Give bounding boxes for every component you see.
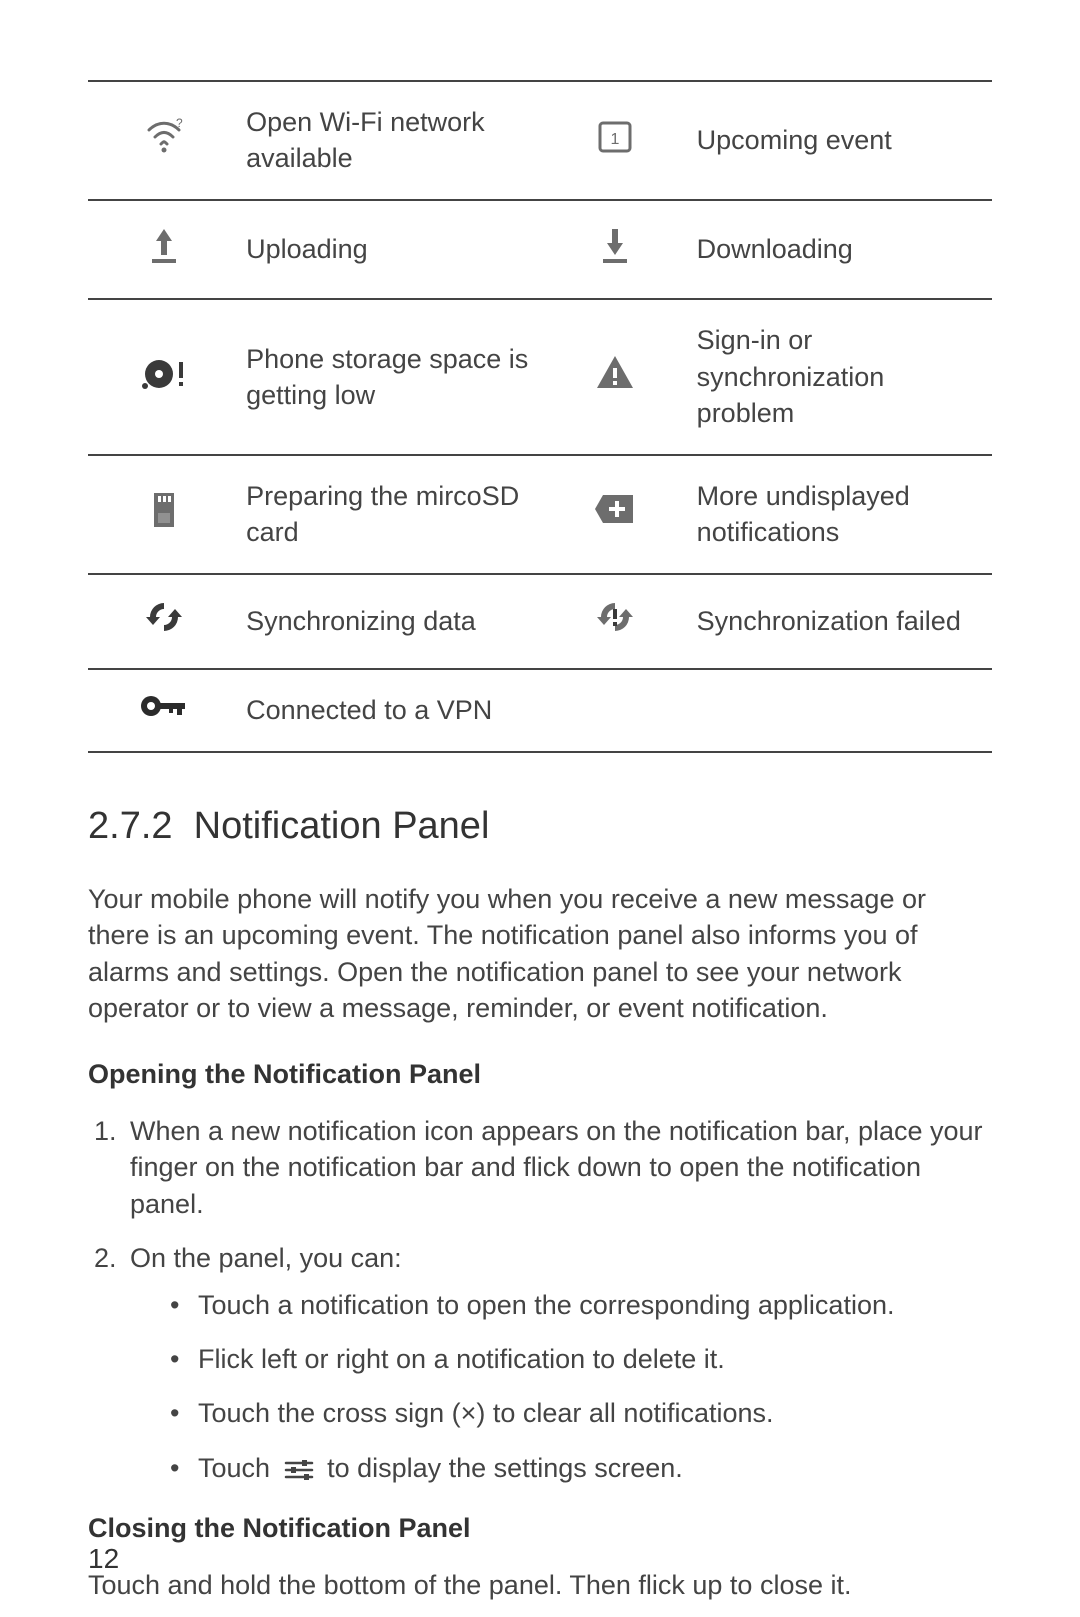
vpn-key-icon bbox=[139, 692, 189, 720]
calendar-icon: 1 bbox=[595, 116, 635, 156]
storage-low-icon bbox=[139, 352, 189, 392]
table-row: Uploading Downloading bbox=[88, 200, 992, 299]
icon-desc: Sign-in or synchronization problem bbox=[691, 299, 992, 454]
notification-icons-table: ? Open Wi-Fi network available 1 Upcomin… bbox=[88, 80, 992, 753]
opening-steps: When a new notification icon appears on … bbox=[88, 1113, 992, 1487]
icon-desc: Synchronizing data bbox=[240, 574, 539, 669]
svg-text:?: ? bbox=[176, 116, 183, 130]
sync-icon bbox=[144, 597, 184, 637]
table-row: Synchronizing data Synchronization faile… bbox=[88, 574, 992, 669]
icon-desc: Upcoming event bbox=[691, 81, 992, 200]
closing-text: Touch and hold the bottom of the panel. … bbox=[88, 1567, 992, 1603]
icon-desc: Open Wi-Fi network available bbox=[240, 81, 539, 200]
upload-icon bbox=[146, 223, 182, 267]
icon-desc: Connected to a VPN bbox=[240, 669, 539, 752]
page-number: 12 bbox=[88, 1540, 119, 1578]
closing-heading: Closing the Notification Panel bbox=[88, 1510, 992, 1546]
sd-prepare-icon bbox=[146, 487, 182, 531]
svg-text:1: 1 bbox=[610, 131, 619, 148]
table-row: Phone storage space is getting low Sign-… bbox=[88, 299, 992, 454]
step-item: On the panel, you can: Touch a notificat… bbox=[124, 1240, 992, 1486]
warning-icon bbox=[593, 352, 637, 392]
table-row: ? Open Wi-Fi network available 1 Upcomin… bbox=[88, 81, 992, 200]
icon-desc: Phone storage space is getting low bbox=[240, 299, 539, 454]
table-row: Preparing the mircoSD card More undispla… bbox=[88, 455, 992, 574]
icon-desc: Preparing the mircoSD card bbox=[240, 455, 539, 574]
icon-desc: More undisplayed notifications bbox=[691, 455, 992, 574]
icon-desc: Synchronization failed bbox=[691, 574, 992, 669]
sub-bullets: Touch a notification to open the corresp… bbox=[130, 1287, 992, 1487]
bullet-item: Flick left or right on a notification to… bbox=[170, 1341, 992, 1377]
section-heading: 2.7.2 Notification Panel bbox=[88, 801, 992, 852]
bullet-item: Touch a notification to open the corresp… bbox=[170, 1287, 992, 1323]
settings-sliders-icon bbox=[284, 1457, 314, 1483]
bullet-item: Touch the cross sign (×) to clear all no… bbox=[170, 1395, 992, 1431]
section-title: Notification Panel bbox=[194, 805, 490, 847]
icon-desc: Uploading bbox=[240, 200, 539, 299]
icon-desc: Downloading bbox=[691, 200, 992, 299]
opening-heading: Opening the Notification Panel bbox=[88, 1056, 992, 1092]
bullet-item: Touch to display the settings screen. bbox=[170, 1450, 992, 1486]
wifi-open-icon: ? bbox=[143, 116, 185, 156]
download-icon bbox=[597, 223, 633, 267]
section-number: 2.7.2 bbox=[88, 805, 173, 847]
more-notif-icon bbox=[593, 491, 637, 527]
sync-fail-icon bbox=[595, 597, 635, 637]
table-row: Connected to a VPN bbox=[88, 669, 992, 752]
step-item: When a new notification icon appears on … bbox=[124, 1113, 992, 1222]
section-intro: Your mobile phone will notify you when y… bbox=[88, 881, 992, 1027]
